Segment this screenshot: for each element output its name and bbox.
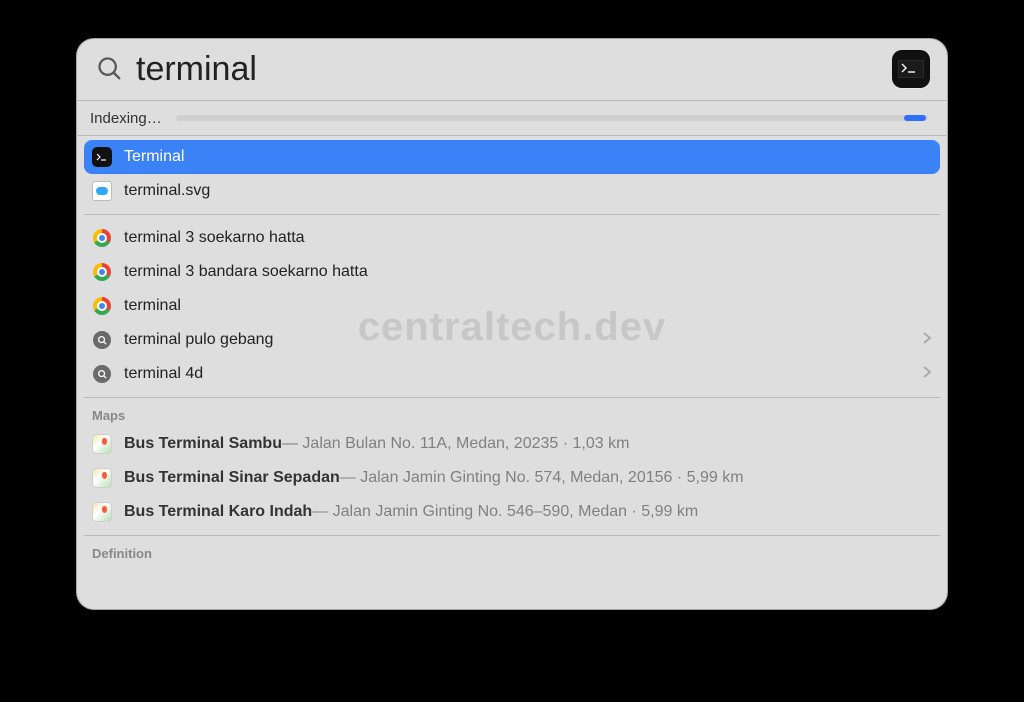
maps-title: Bus Terminal Sambu <box>124 435 282 453</box>
search-row <box>76 38 948 100</box>
results-list: Terminal terminal.svg terminal 3 soekarn… <box>76 136 948 565</box>
result-label: terminal 4d <box>124 365 203 383</box>
result-web-suggestion[interactable]: terminal <box>84 289 940 323</box>
chevron-right-icon <box>922 365 932 384</box>
chrome-icon <box>92 228 112 248</box>
result-label: Terminal <box>124 148 184 166</box>
result-label: terminal 3 bandara soekarno hatta <box>124 263 368 281</box>
section-header-maps: Maps <box>84 404 940 427</box>
indexing-row: Indexing… <box>76 101 948 135</box>
section-header-definition: Definition <box>84 542 940 565</box>
search-suggestion-icon <box>92 330 112 350</box>
section-divider <box>84 535 940 536</box>
maps-icon <box>92 502 112 522</box>
indexing-label: Indexing… <box>90 110 162 127</box>
result-maps[interactable]: Bus Terminal Karo Indah — Jalan Jamin Gi… <box>84 495 940 529</box>
chevron-right-icon <box>922 331 932 350</box>
maps-icon <box>92 468 112 488</box>
result-web-suggestion[interactable]: terminal pulo gebang <box>84 323 940 357</box>
top-hit-app-icon[interactable] <box>892 50 930 88</box>
result-top-hit-terminal[interactable]: Terminal <box>84 140 940 174</box>
maps-title: Bus Terminal Sinar Sepadan <box>124 469 340 487</box>
result-maps[interactable]: Bus Terminal Sinar Sepadan — Jalan Jamin… <box>84 461 940 495</box>
chrome-icon <box>92 296 112 316</box>
result-web-suggestion[interactable]: terminal 4d <box>84 357 940 391</box>
maps-detail: — Jalan Bulan No. 11A, Medan, 20235 · 1,… <box>282 435 629 453</box>
result-web-suggestion[interactable]: terminal 3 bandara soekarno hatta <box>84 255 940 289</box>
result-web-suggestion[interactable]: terminal 3 soekarno hatta <box>84 221 940 255</box>
indexing-progress-fill <box>904 115 926 121</box>
result-file-terminal-svg[interactable]: terminal.svg <box>84 174 940 208</box>
result-label: terminal <box>124 297 181 315</box>
maps-detail: — Jalan Jamin Ginting No. 546–590, Medan… <box>312 503 698 521</box>
indexing-progress <box>176 115 928 121</box>
maps-detail: — Jalan Jamin Ginting No. 574, Medan, 20… <box>340 469 744 487</box>
document-icon <box>92 181 112 201</box>
result-maps[interactable]: Bus Terminal Sambu — Jalan Bulan No. 11A… <box>84 427 940 461</box>
maps-icon <box>92 434 112 454</box>
section-divider <box>84 214 940 215</box>
spotlight-panel: Indexing… Terminal terminal.svg terminal… <box>76 38 948 610</box>
maps-title: Bus Terminal Karo Indah <box>124 503 312 521</box>
search-suggestion-icon <box>92 364 112 384</box>
section-divider <box>84 397 940 398</box>
chrome-icon <box>92 262 112 282</box>
terminal-app-icon <box>92 147 112 167</box>
result-label: terminal pulo gebang <box>124 331 273 349</box>
search-icon <box>96 55 124 83</box>
result-label: terminal.svg <box>124 182 210 200</box>
search-input[interactable] <box>134 49 892 90</box>
result-label: terminal 3 soekarno hatta <box>124 229 305 247</box>
